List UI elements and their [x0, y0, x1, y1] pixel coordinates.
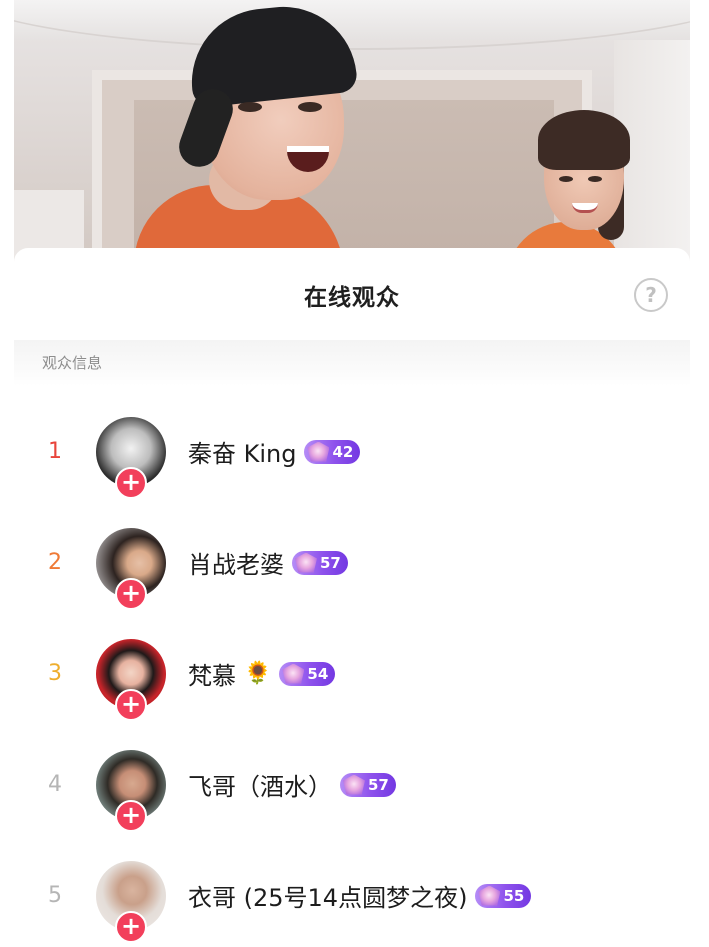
level-number: 57	[320, 553, 341, 572]
level-number: 42	[332, 442, 354, 461]
sunflower-icon: 🌻	[244, 661, 272, 686]
viewer-name-area: 梵慕 🌻 54	[188, 656, 336, 691]
follow-button[interactable]: +	[115, 799, 147, 832]
rank-number: 3	[48, 661, 62, 686]
viewer-row[interactable]: 1 + 秦奋 King 42	[14, 396, 690, 507]
gem-icon	[282, 663, 305, 684]
section-label: 观众信息	[14, 340, 690, 386]
viewer-name-area: 飞哥（酒水） 57	[188, 767, 396, 802]
live-video-background	[14, 0, 690, 262]
level-number: 55	[503, 886, 525, 905]
viewer-name-area: 衣哥 (25号14点圆梦之夜) 55	[188, 878, 532, 913]
viewer-name-area: 肖战老婆 57	[188, 545, 348, 580]
viewer-name[interactable]: 秦奋 King	[188, 434, 296, 469]
avatar-container[interactable]: +	[96, 527, 166, 610]
gem-icon	[343, 774, 365, 795]
level-badge: 55	[475, 883, 532, 908]
follow-button[interactable]: +	[115, 577, 147, 610]
avatar-container[interactable]: +	[96, 416, 166, 499]
rank-number: 2	[48, 550, 62, 575]
viewer-name[interactable]: 飞哥（酒水）	[188, 767, 332, 802]
gem-icon	[478, 885, 501, 906]
follow-button[interactable]: +	[115, 688, 147, 721]
gem-icon	[307, 441, 330, 462]
viewer-row[interactable]: 4 + 飞哥（酒水） 57	[14, 729, 690, 840]
rank-number: 4	[48, 772, 62, 797]
follow-button[interactable]: +	[115, 910, 147, 943]
viewer-list: 1 + 秦奋 King 42 2 + 肖战老婆 57 3 + 梵慕 🌻 54 4…	[14, 386, 690, 947]
level-badge: 57	[340, 772, 396, 797]
avatar-container[interactable]: +	[96, 749, 166, 832]
level-number: 54	[307, 664, 329, 683]
viewer-row[interactable]: 5 + 衣哥 (25号14点圆梦之夜) 55	[14, 840, 690, 947]
viewer-name[interactable]: 衣哥 (25号14点圆梦之夜)	[188, 878, 467, 913]
level-number: 57	[368, 775, 389, 794]
gem-icon	[295, 552, 317, 573]
viewer-row[interactable]: 3 + 梵慕 🌻 54	[14, 618, 690, 729]
avatar-container[interactable]: +	[96, 860, 166, 943]
sheet-header: 在线观众 ?	[14, 248, 690, 340]
viewer-name-area: 秦奋 King 42	[188, 434, 361, 469]
viewer-row[interactable]: 2 + 肖战老婆 57	[14, 507, 690, 618]
level-badge: 57	[292, 550, 348, 575]
level-badge: 42	[304, 439, 361, 464]
question-circle-icon[interactable]: ?	[634, 278, 668, 312]
avatar-container[interactable]: +	[96, 638, 166, 721]
rank-number: 1	[48, 439, 62, 464]
online-viewers-sheet: 在线观众 ? 观众信息 1 + 秦奋 King 42 2 + 肖战老婆 57 3…	[14, 248, 690, 947]
level-badge: 54	[279, 661, 336, 686]
sheet-title: 在线观众	[304, 285, 400, 311]
viewer-name[interactable]: 梵慕	[188, 656, 236, 691]
follow-button[interactable]: +	[115, 466, 147, 499]
rank-number: 5	[48, 883, 62, 908]
viewer-name[interactable]: 肖战老婆	[188, 545, 284, 580]
